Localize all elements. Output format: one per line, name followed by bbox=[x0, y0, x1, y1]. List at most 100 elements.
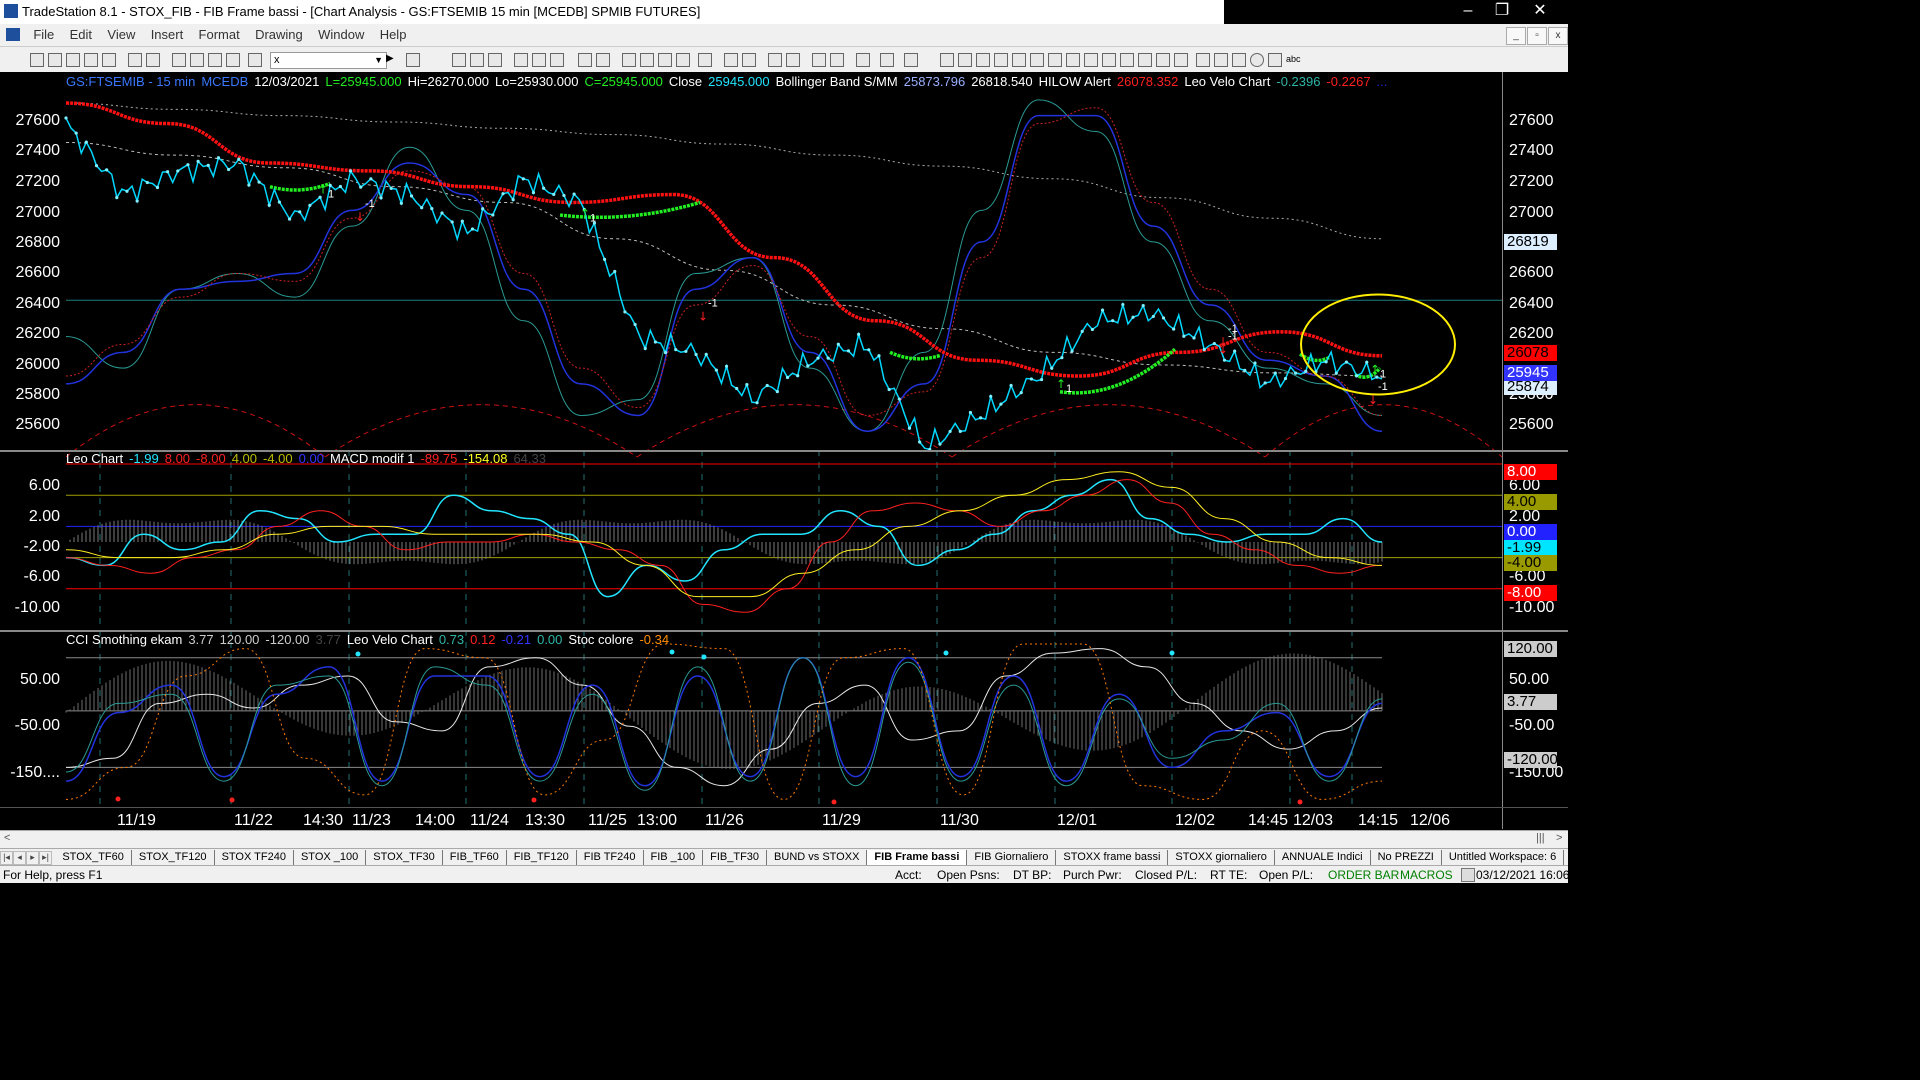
tab-next-icon[interactable]: ▸ bbox=[26, 851, 39, 865]
ellipse-icon[interactable] bbox=[1250, 53, 1264, 67]
open-icon[interactable] bbox=[48, 53, 62, 67]
curve-icon[interactable] bbox=[1196, 53, 1210, 67]
menu-view[interactable]: View bbox=[101, 24, 141, 42]
pointer-icon[interactable] bbox=[812, 53, 826, 67]
palette-icon[interactable] bbox=[248, 53, 262, 67]
horizontal-lines-icon[interactable] bbox=[976, 53, 990, 67]
tab-fib-tf120[interactable]: FIB_TF120 bbox=[507, 850, 577, 866]
format-icon[interactable] bbox=[596, 53, 610, 67]
close-button[interactable]: ✕ bbox=[1522, 0, 1558, 22]
menu-help[interactable]: Help bbox=[374, 24, 413, 42]
chart-doc-icon[interactable] bbox=[6, 28, 20, 41]
compress-icon[interactable] bbox=[742, 53, 756, 67]
export-icon[interactable] bbox=[880, 53, 894, 67]
tab-fib-tf60[interactable]: FIB_TF60 bbox=[443, 850, 507, 866]
tab-fib-tf240[interactable]: FIB TF240 bbox=[577, 850, 644, 866]
symbol-input[interactable]: x ▼ bbox=[270, 52, 387, 69]
andrews-icon[interactable] bbox=[1156, 53, 1170, 67]
fib-retrace-icon[interactable] bbox=[1048, 53, 1062, 67]
indicator-icon[interactable] bbox=[514, 53, 528, 67]
menu-insert[interactable]: Insert bbox=[145, 24, 190, 42]
lock-icon[interactable] bbox=[208, 53, 222, 67]
zoom-out-icon[interactable] bbox=[786, 53, 800, 67]
gann-fan-icon[interactable] bbox=[1120, 53, 1134, 67]
speed-lines-icon[interactable] bbox=[1084, 53, 1098, 67]
tab-stox-tf240[interactable]: STOX TF240 bbox=[215, 850, 294, 866]
text-icon[interactable]: abc bbox=[1286, 53, 1301, 65]
symbol-link-icon[interactable] bbox=[622, 53, 636, 67]
menu-format[interactable]: Format bbox=[193, 24, 246, 42]
channel-icon[interactable] bbox=[994, 53, 1008, 67]
freehand-icon[interactable] bbox=[1174, 53, 1188, 67]
cycle-icon[interactable] bbox=[1138, 53, 1152, 67]
mdi-minimize-button[interactable]: _ bbox=[1506, 27, 1526, 45]
folder-icon[interactable] bbox=[102, 53, 116, 67]
crosshair-icon[interactable] bbox=[830, 53, 844, 67]
candle-chart-icon[interactable] bbox=[488, 53, 502, 67]
ohlc-icon[interactable] bbox=[676, 53, 690, 67]
restore-button[interactable]: ❐ bbox=[1484, 0, 1520, 22]
mdi-restore-button[interactable]: ▫ bbox=[1527, 27, 1547, 45]
rectangle-icon[interactable] bbox=[1268, 53, 1282, 67]
chart-area[interactable]: 1 ↑ -1 ↓ 1 ↑ -1 ↓ -1 ↓ 1 ↑ -1 ↓ 1 ↑ -1 ↓ GS:FTSEMIB - 15 … bbox=[0, 72, 1568, 829]
menu-file[interactable]: File bbox=[27, 24, 60, 42]
tab-prev-icon[interactable]: ◂ bbox=[13, 851, 26, 865]
arc-icon[interactable] bbox=[1012, 53, 1026, 67]
tab-first-icon[interactable]: |◂ bbox=[0, 851, 13, 865]
print-icon[interactable] bbox=[128, 53, 142, 67]
strategy-icon[interactable] bbox=[532, 53, 546, 67]
radar-icon[interactable] bbox=[190, 53, 204, 67]
bar-type-icon[interactable] bbox=[658, 53, 672, 67]
tab-fib-giornaliero[interactable]: FIB Giornaliero bbox=[967, 850, 1057, 866]
tab-stoxx-frame-bassi[interactable]: STOXX frame bassi bbox=[1056, 850, 1169, 866]
bar-chart-icon[interactable] bbox=[452, 53, 466, 67]
scroll-right-icon[interactable]: > bbox=[1556, 832, 1562, 844]
data-window-icon[interactable] bbox=[640, 53, 654, 67]
macros-toggle[interactable]: MACROS bbox=[1400, 868, 1453, 882]
horizontal-scrollbar[interactable]: < ||| > bbox=[0, 830, 1568, 849]
mdi-close-button[interactable]: x bbox=[1548, 27, 1568, 45]
find-icon[interactable] bbox=[406, 53, 420, 67]
new-icon[interactable] bbox=[30, 53, 44, 67]
tab-stoxx-giornaliero[interactable]: STOXX giornaliero bbox=[1168, 850, 1275, 866]
tab-fib-100[interactable]: FIB _100 bbox=[644, 850, 704, 866]
tab-bund-vs-stoxx[interactable]: BUND vs STOXX bbox=[767, 850, 868, 866]
menu-drawing[interactable]: Drawing bbox=[249, 24, 309, 42]
tab-stox-100[interactable]: STOX _100 bbox=[294, 850, 367, 866]
symbol-dropdown-icon[interactable]: ▼ bbox=[374, 53, 383, 68]
tab-stox-tf60[interactable]: STOX_TF60 bbox=[55, 850, 132, 866]
window-icon[interactable] bbox=[226, 53, 240, 67]
menu-edit[interactable]: Edit bbox=[64, 24, 98, 42]
fib-fan-icon[interactable] bbox=[1030, 53, 1044, 67]
zoom-in-icon[interactable] bbox=[768, 53, 782, 67]
arrow-up-icon[interactable] bbox=[1232, 53, 1246, 67]
parallel-lines-icon[interactable] bbox=[958, 53, 972, 67]
tab-stox-tf30[interactable]: STOX_TF30 bbox=[366, 850, 443, 866]
play-icon[interactable]: ▶ bbox=[386, 53, 398, 65]
menu-window[interactable]: Window bbox=[312, 24, 370, 42]
vertical-lines-icon[interactable] bbox=[1066, 53, 1080, 67]
tab-annuale-indici[interactable]: ANNUALE Indici bbox=[1275, 850, 1371, 866]
chart-icon[interactable] bbox=[172, 53, 186, 67]
ray-icon[interactable] bbox=[1102, 53, 1116, 67]
tab-last-icon[interactable]: ▸| bbox=[39, 851, 52, 865]
space-icon[interactable] bbox=[724, 53, 738, 67]
minimize-button[interactable]: – bbox=[1450, 0, 1486, 22]
tab-fib-frame-bassi[interactable]: FIB Frame bassi bbox=[867, 850, 968, 866]
candle-icon[interactable] bbox=[698, 53, 712, 67]
scroll-thumb-icon[interactable]: ||| bbox=[1536, 832, 1545, 844]
line-chart-icon[interactable] bbox=[470, 53, 484, 67]
tab-fib-tf30[interactable]: FIB_TF30 bbox=[703, 850, 768, 866]
tab-untitled-workspace[interactable]: Untitled Workspace: 6 bbox=[1442, 850, 1565, 866]
save-all-icon[interactable] bbox=[84, 53, 98, 67]
tab-stox-tf120[interactable]: STOX_TF120 bbox=[132, 850, 215, 866]
tab-no-prezzi[interactable]: No PREZZI bbox=[1371, 850, 1442, 866]
order-bar-toggle[interactable]: ORDER BAR bbox=[1328, 868, 1399, 882]
trendline-icon[interactable] bbox=[940, 53, 954, 67]
refresh-icon[interactable] bbox=[578, 53, 592, 67]
mini-chart-icon[interactable] bbox=[904, 53, 918, 67]
analysis-icon[interactable] bbox=[550, 53, 564, 67]
arrow-down-icon[interactable] bbox=[1214, 53, 1228, 67]
scroll-left-icon[interactable]: < bbox=[4, 832, 10, 844]
tools-icon[interactable] bbox=[856, 53, 870, 67]
